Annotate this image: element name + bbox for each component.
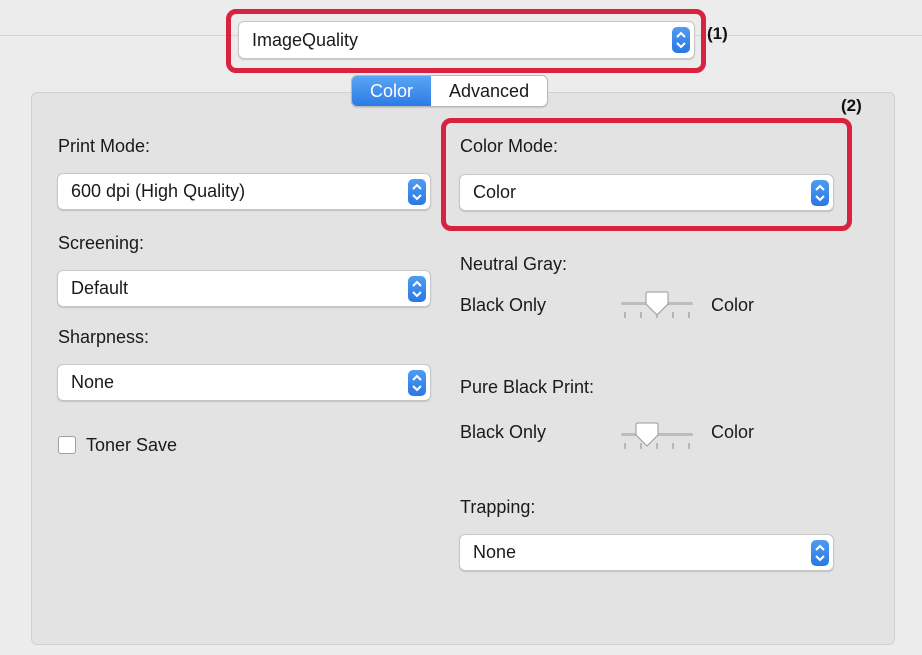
slider-knob[interactable]: [645, 290, 669, 318]
trapping-select[interactable]: None: [459, 534, 834, 571]
neutral-gray-min-label: Black Only: [460, 295, 547, 315]
neutral-gray-max-label: Color: [711, 295, 755, 315]
slider-knob[interactable]: [635, 421, 659, 449]
tab-bar: Color Advanced: [351, 75, 549, 107]
neutral-gray-label: Neutral Gray:: [460, 254, 568, 274]
pure-black-print-slider[interactable]: [617, 419, 697, 459]
callout-1-highlight: [226, 9, 706, 73]
sharpness-value: None: [71, 372, 115, 392]
callout-1-label: (1): [707, 24, 728, 43]
tab-color[interactable]: Color: [352, 76, 432, 106]
neutral-gray-slider[interactable]: [617, 288, 697, 328]
chevron-up-down-icon: [408, 369, 426, 396]
chevron-up-down-icon: [408, 178, 426, 205]
tab-advanced[interactable]: Advanced: [431, 76, 547, 106]
screening-select[interactable]: Default: [57, 270, 431, 307]
print-mode-select[interactable]: 600 dpi (High Quality): [57, 173, 431, 210]
chevron-up-down-icon: [408, 275, 426, 302]
callout-2-highlight: [441, 118, 852, 231]
pure-black-print-min-label: Black Only: [460, 422, 547, 442]
trapping-label: Trapping:: [460, 497, 536, 517]
screening-value: Default: [71, 278, 129, 298]
screening-label: Screening:: [58, 233, 145, 253]
print-mode-value: 600 dpi (High Quality): [71, 181, 246, 201]
sharpness-select[interactable]: None: [57, 364, 431, 401]
pure-black-print-label: Pure Black Print:: [460, 377, 595, 397]
toner-save-label[interactable]: Toner Save: [86, 435, 177, 456]
chevron-up-down-icon: [811, 539, 829, 566]
sharpness-label: Sharpness:: [58, 327, 150, 347]
toner-save-checkbox[interactable]: [58, 436, 76, 454]
print-mode-label: Print Mode:: [58, 136, 151, 156]
callout-2-label: (2): [841, 96, 862, 115]
trapping-value: None: [473, 542, 517, 562]
pure-black-print-max-label: Color: [711, 422, 755, 442]
